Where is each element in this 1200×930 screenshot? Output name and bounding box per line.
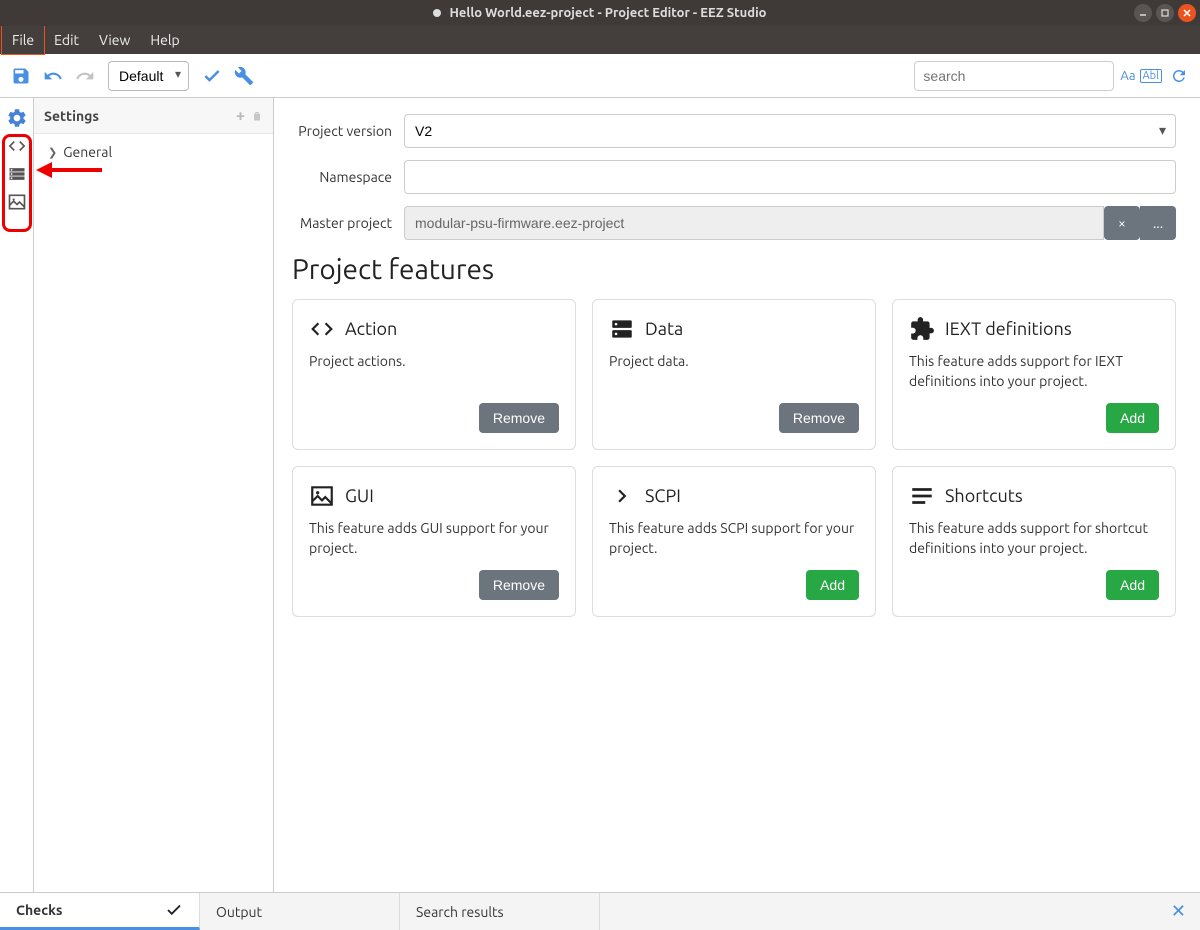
bottom-panel-close-button[interactable]: ✕ (1157, 893, 1200, 930)
window-close-button[interactable] (1178, 4, 1196, 22)
card-title: Action (345, 319, 397, 339)
tree-item-label: General (63, 144, 112, 160)
card-description: This feature adds GUI support for your p… (309, 519, 559, 558)
tab-search-results[interactable]: Search results (400, 893, 600, 930)
menu-edit[interactable]: Edit (44, 26, 89, 54)
undo-button[interactable] (40, 63, 66, 89)
card-description: Project actions. (309, 352, 559, 391)
refresh-button[interactable] (1166, 63, 1192, 89)
card-remove-button[interactable]: Remove (479, 403, 559, 433)
window-title: Hello World.eez-project - Project Editor… (449, 6, 766, 20)
search-input[interactable] (914, 61, 1114, 91)
card-description: This feature adds SCPI support for your … (609, 519, 859, 558)
card-title: Data (645, 319, 683, 339)
match-case-toggle[interactable]: Aa (1120, 69, 1135, 83)
redo-button[interactable] (72, 63, 98, 89)
card-description: This feature adds support for shortcut d… (909, 519, 1159, 558)
tab-label: Checks (16, 902, 63, 918)
tab-checks[interactable]: Checks (0, 893, 200, 930)
master-project-input[interactable] (404, 206, 1104, 240)
menu-help[interactable]: Help (140, 26, 189, 54)
chevron-icon (609, 483, 635, 509)
card-remove-button[interactable]: Remove (779, 403, 859, 433)
master-project-browse-button[interactable]: ... (1140, 206, 1176, 240)
menubar: File Edit View Help (0, 26, 1200, 54)
card-add-button[interactable]: Add (1106, 403, 1159, 433)
card-title: SCPI (645, 486, 681, 506)
image-icon (309, 483, 335, 509)
panel-add-button[interactable]: + (236, 107, 245, 125)
window-minimize-button[interactable] (1134, 4, 1152, 22)
side-panel: Settings + ❯ General (34, 98, 274, 892)
project-version-label: Project version (292, 123, 404, 139)
build-button[interactable] (231, 63, 257, 89)
tab-label: Output (216, 904, 262, 920)
project-version-select[interactable]: V2 (404, 114, 1176, 148)
rail-settings-button[interactable] (3, 104, 31, 132)
card-add-button[interactable]: Add (806, 570, 859, 600)
side-panel-title: Settings (44, 108, 99, 124)
feature-card: SCPI This feature adds SCPI support for y… (592, 466, 876, 617)
card-description: Project data. (609, 352, 859, 391)
card-title: GUI (345, 486, 374, 506)
content-pane: Project version V2 Namespace Master proj… (274, 98, 1200, 892)
master-project-label: Master project (292, 215, 404, 231)
toolbar: Default Aa Abl (0, 54, 1200, 98)
tab-output[interactable]: Output (200, 893, 400, 930)
namespace-input[interactable] (404, 160, 1176, 194)
check-button[interactable] (199, 63, 225, 89)
code-icon (309, 316, 335, 342)
left-icon-rail (0, 98, 34, 892)
panel-delete-button[interactable] (251, 109, 263, 123)
card-description: This feature adds support for IEXT defin… (909, 352, 1159, 391)
bottom-tabbar: Checks Output Search results ✕ (0, 892, 1200, 930)
save-button[interactable] (8, 63, 34, 89)
feature-card: GUI This feature adds GUI support for you… (292, 466, 576, 617)
side-panel-header: Settings + (34, 98, 273, 134)
modified-dot-icon (433, 9, 441, 17)
feature-card: Shortcuts This feature adds support for s… (892, 466, 1176, 617)
menu-view[interactable]: View (89, 26, 140, 54)
card-title: IEXT definitions (945, 319, 1072, 339)
rail-gui-button[interactable] (3, 188, 31, 216)
features-heading: Project features (292, 254, 1176, 285)
settings-tree: ❯ General (34, 134, 273, 170)
tab-label: Search results (416, 904, 504, 920)
namespace-label: Namespace (292, 169, 404, 185)
card-remove-button[interactable]: Remove (479, 570, 559, 600)
feature-card: Action Project actions. Remove (292, 299, 576, 450)
check-icon (165, 901, 183, 919)
chevron-right-icon: ❯ (48, 146, 57, 159)
workarea: Settings + ❯ General Project version V2 … (0, 98, 1200, 892)
whole-word-toggle[interactable]: Abl (1140, 69, 1162, 83)
window-titlebar: Hello World.eez-project - Project Editor… (0, 0, 1200, 26)
menu-file[interactable]: File (2, 26, 44, 54)
lines-icon (909, 483, 935, 509)
master-project-clear-button[interactable]: × (1104, 206, 1140, 240)
window-maximize-button[interactable] (1156, 4, 1174, 22)
tree-item-general[interactable]: ❯ General (42, 140, 265, 164)
feature-card: Data Project data. Remove (592, 299, 876, 450)
layout-select[interactable]: Default (108, 61, 189, 91)
feature-cards: Action Project actions. Remove Data Project … (292, 299, 1176, 617)
rail-actions-button[interactable] (3, 132, 31, 160)
card-add-button[interactable]: Add (1106, 570, 1159, 600)
puzzle-icon (909, 316, 935, 342)
server-icon (609, 316, 635, 342)
rail-data-button[interactable] (3, 160, 31, 188)
feature-card: IEXT definitions This feature adds suppor… (892, 299, 1176, 450)
card-title: Shortcuts (945, 486, 1023, 506)
